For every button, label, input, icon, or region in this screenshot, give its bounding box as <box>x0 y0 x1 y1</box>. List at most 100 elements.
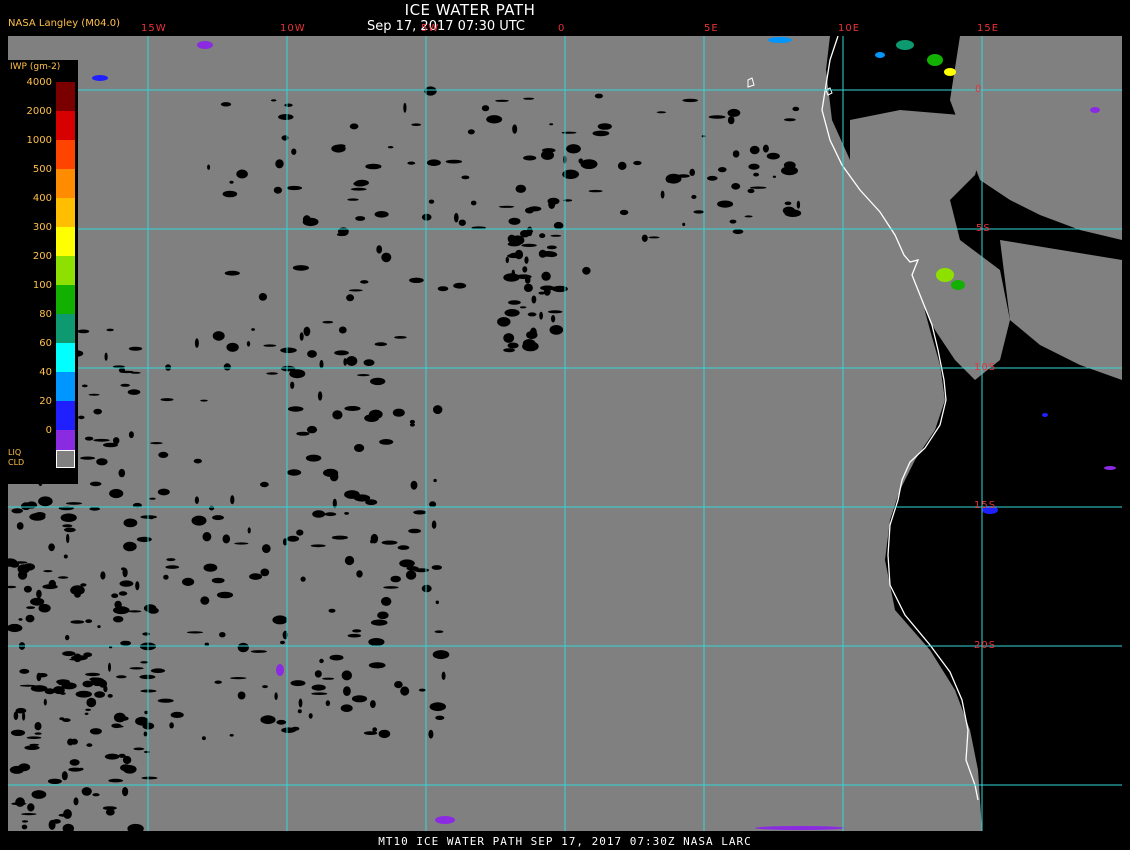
lon-label-5w: 5W <box>421 23 440 34</box>
legend-swatch <box>56 343 75 372</box>
clear-patch <box>429 501 437 508</box>
clear-patch <box>15 707 27 714</box>
clear-patch <box>59 717 65 721</box>
legend-value: 80 <box>39 309 52 320</box>
clear-patch <box>222 534 231 544</box>
clear-patch <box>525 207 534 214</box>
clear-patch <box>332 410 343 420</box>
clear-patch <box>60 513 77 522</box>
legend-value: 100 <box>32 280 52 291</box>
clear-patch <box>409 277 424 283</box>
clear-patch <box>220 102 232 107</box>
ice-spot <box>1042 413 1048 417</box>
clear-patch <box>123 518 138 528</box>
clear-patch <box>139 674 156 680</box>
clear-patch <box>260 481 269 488</box>
clear-patch <box>303 326 311 337</box>
clear-patch <box>212 331 225 341</box>
clear-patch <box>19 668 30 674</box>
ice-spot <box>768 37 792 43</box>
clear-patch <box>691 194 697 199</box>
clear-patch <box>15 797 25 807</box>
clear-patch <box>262 685 268 689</box>
clear-patch <box>523 283 533 293</box>
clear-patch <box>346 294 355 302</box>
clear-patch <box>308 713 313 719</box>
clear-patch <box>229 180 234 184</box>
clear-patch <box>246 341 251 347</box>
clear-patch <box>351 695 368 703</box>
clear-patch <box>426 159 441 166</box>
clear-patch <box>317 391 323 401</box>
clear-patch <box>186 631 204 634</box>
clear-patch <box>224 270 240 276</box>
clear-patch <box>108 662 111 672</box>
clear-patch <box>118 468 126 478</box>
clear-patch <box>512 124 518 134</box>
clear-patch <box>549 123 554 126</box>
clear-patch <box>381 540 398 545</box>
clear-patch <box>368 638 385 646</box>
clear-patch <box>223 363 231 371</box>
clear-patch <box>70 585 85 596</box>
legend-swatch <box>56 285 75 314</box>
ice-spot <box>951 280 965 290</box>
clear-patch <box>120 640 131 646</box>
clear-patch <box>292 265 309 271</box>
clear-patch <box>91 677 105 687</box>
clear-patch <box>553 221 564 230</box>
clear-patch <box>329 654 344 661</box>
legend-swatch <box>56 227 75 256</box>
clear-patch <box>284 103 293 107</box>
clear-patch <box>324 512 337 517</box>
map-canvas <box>8 36 1122 831</box>
clear-patch <box>226 342 239 352</box>
clear-patch <box>370 619 388 626</box>
clear-patch <box>9 561 20 568</box>
footer-caption: MT10 ICE WATER PATH SEP 17, 2017 07:30Z … <box>378 835 752 848</box>
clear-patch <box>62 651 76 657</box>
clear-patch <box>36 589 42 599</box>
clear-patch <box>432 650 450 660</box>
clear-patch <box>182 577 195 587</box>
clear-patch <box>641 234 648 242</box>
clear-patch <box>73 797 79 806</box>
clear-patch <box>453 282 467 289</box>
clear-patch <box>150 668 166 673</box>
legend-value: 500 <box>32 164 52 175</box>
clear-patch <box>36 672 42 682</box>
clear-patch <box>202 532 212 542</box>
clear-patch <box>84 436 94 441</box>
clear-patch <box>431 520 437 529</box>
clear-patch <box>290 680 306 687</box>
clear-patch <box>160 398 174 402</box>
clear-patch <box>325 700 331 707</box>
clear-patch <box>52 819 61 824</box>
clear-patch <box>693 210 705 214</box>
clear-patch <box>21 824 28 830</box>
clear-patch <box>78 415 85 420</box>
clear-patch <box>523 155 537 161</box>
clear-patch <box>10 729 26 736</box>
satellite-map-image: ICE WATER PATH Sep 17, 2017 07:30 UTC NA… <box>0 0 1130 850</box>
clear-patch <box>116 675 127 679</box>
clear-patch <box>270 99 277 102</box>
clear-patch <box>731 183 741 190</box>
clear-patch <box>660 190 665 199</box>
clear-patch <box>530 327 537 338</box>
clear-patch <box>204 642 209 646</box>
clear-patch <box>363 359 375 366</box>
clear-patch <box>454 212 459 223</box>
clear-patch <box>57 576 69 579</box>
clear-patch <box>407 161 416 165</box>
legend-value: 60 <box>39 338 52 349</box>
clear-patch <box>85 708 91 711</box>
clear-patch <box>400 686 410 696</box>
clear-patch <box>230 677 247 680</box>
lat-label-5s: 5S <box>976 223 991 234</box>
clear-patch <box>328 608 336 613</box>
clear-patch <box>291 148 297 155</box>
clear-patch <box>521 243 537 247</box>
clear-patch <box>397 545 410 550</box>
clear-patch <box>130 371 141 374</box>
